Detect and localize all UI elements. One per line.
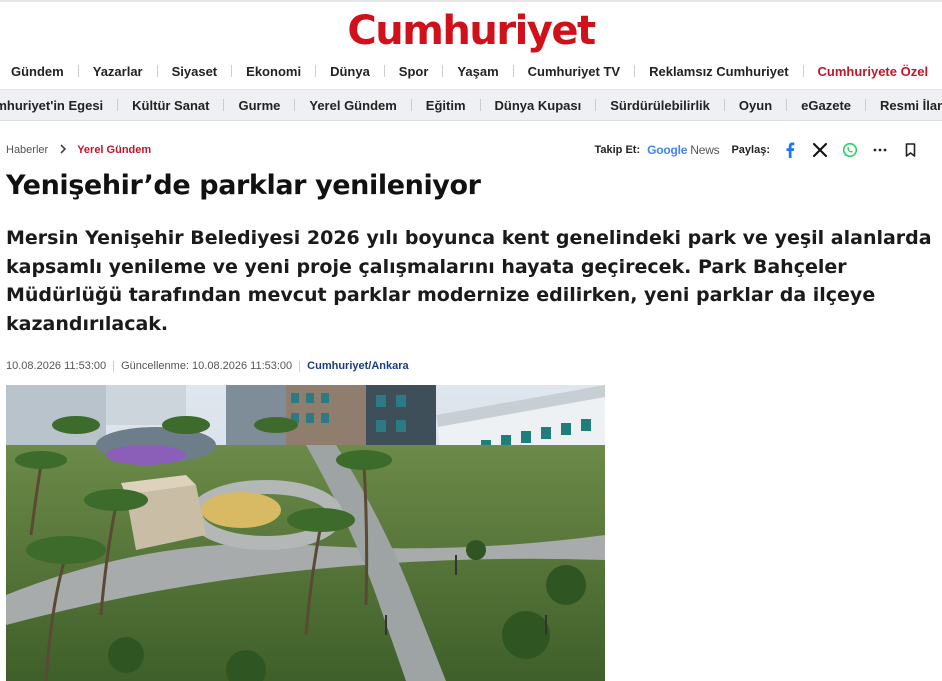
nav-separator [294,99,296,111]
chevron-right-icon [60,143,67,157]
subnav-item-dunya-kupasi[interactable]: Dünya Kupası [495,98,582,113]
published-date: 10.08.2026 11:53:00 [6,360,107,372]
nav-item-reklamsiz[interactable]: Reklamsız Cumhuriyet [649,64,788,79]
more-icon[interactable] [870,140,890,160]
site-logo[interactable]: Cumhuriyet [0,8,942,54]
nav-item-ekonomi[interactable]: Ekonomi [246,64,301,79]
nav-separator [383,65,385,77]
google-news-news-text: News [690,143,720,157]
nav-separator [786,99,788,111]
nav-item-gundem[interactable]: Gündem [11,64,64,79]
nav-separator [723,99,725,111]
nav-separator [117,99,119,111]
bookmark-icon[interactable] [900,140,920,160]
nav-separator [595,99,597,111]
breadcrumb-current[interactable]: Yerel Gündem [77,144,151,156]
nav-separator [634,65,636,77]
nav-item-dunya[interactable]: Dünya [330,64,370,79]
article-summary: Mersin Yenişehir Belediyesi 2026 yılı bo… [6,227,932,335]
nav-separator [77,65,79,77]
nav-item-cumhuriyet-tv[interactable]: Cumhuriyet TV [528,64,620,79]
nav-separator [479,99,481,111]
subnav-item-surdurulebilirlik[interactable]: Sürdürülebilirlik [610,98,710,113]
share-bar: Takip Et: Google News Paylaş: [594,139,920,161]
updated-date: Güncellenme: 10.08.2026 11:53:00 [121,360,293,372]
nav-item-siyaset[interactable]: Siyaset [172,64,218,79]
article-meta: 10.08.2026 11:53:00 Güncellenme: 10.08.2… [6,358,409,374]
nav-separator [410,99,412,111]
nav-item-cumhuriyete-ozel[interactable]: Cumhuriyete Özel [818,64,929,79]
nav-separator [231,65,233,77]
google-news-logo-text: Google [647,143,688,157]
subnav-item-oyun[interactable]: Oyun [739,98,772,113]
x-icon[interactable] [810,140,830,160]
nav-separator [865,99,867,111]
subnav-item-egazete[interactable]: eGazete [801,98,851,113]
nav-separator [156,65,158,77]
meta-separator [299,360,301,372]
follow-label: Takip Et: [594,144,641,156]
article-source[interactable]: Cumhuriyet/Ankara [307,360,408,372]
facebook-icon[interactable] [780,140,800,160]
google-news-link[interactable]: Google News [647,143,720,157]
nav-item-yazarlar[interactable]: Yazarlar [93,64,143,79]
subnav-item-resmi-ilanlar[interactable]: Resmi İlanlar [880,98,942,113]
meta-separator [113,360,115,372]
subnav-item-egitim[interactable]: Eğitim [426,98,466,113]
breadcrumb: Haberler Yerel Gündem [6,141,151,159]
nav-item-spor[interactable]: Spor [399,64,429,79]
article-image[interactable] [6,385,605,681]
top-divider [0,0,942,2]
nav-separator [315,65,317,77]
subnav-item-yerel-gundem[interactable]: Yerel Gündem [309,98,396,113]
nav-separator [512,65,514,77]
nav-separator [802,65,804,77]
subnav-item-gurme[interactable]: Gurme [238,98,280,113]
secondary-nav: Cumhuriyet'in Egesi Kültür Sanat Gurme Y… [0,89,942,121]
park-rendering-illustration [6,385,605,681]
subnav-item-kultur-sanat[interactable]: Kültür Sanat [132,98,209,113]
primary-nav: Gündem Yazarlar Siyaset Ekonomi Dünya Sp… [0,60,942,82]
share-label: Paylaş: [731,144,770,156]
nav-item-yasam[interactable]: Yaşam [457,64,498,79]
breadcrumb-home[interactable]: Haberler [6,144,48,156]
whatsapp-icon[interactable] [840,140,860,160]
article-title: Yenişehir’de parklar yenileniyor [6,170,481,201]
subnav-item-egesi[interactable]: Cumhuriyet'in Egesi [0,98,103,113]
nav-separator [442,65,444,77]
nav-separator [223,99,225,111]
